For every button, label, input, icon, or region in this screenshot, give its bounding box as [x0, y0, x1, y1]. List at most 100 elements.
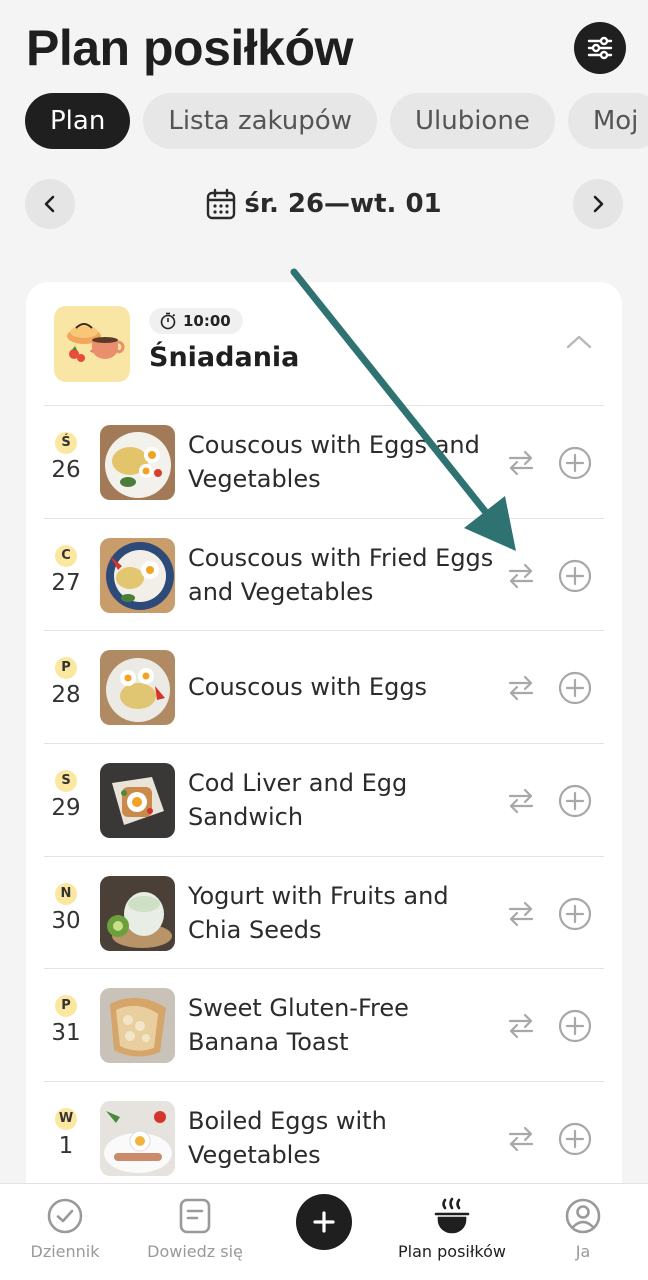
add-button[interactable] [558, 897, 592, 931]
swap-button[interactable] [506, 1124, 536, 1154]
chevron-up-icon [566, 335, 592, 349]
user-circle-icon [565, 1198, 601, 1234]
previous-week-button[interactable] [25, 179, 75, 229]
day-letter: W [55, 1108, 77, 1131]
cooking-pot-icon [434, 1197, 470, 1234]
bottom-navigation: Dziennik Dowiedz się Plan posiłków Ja [0, 1183, 648, 1280]
sliders-icon [587, 36, 613, 60]
chevron-right-icon [593, 195, 604, 213]
swap-icon [508, 563, 534, 588]
day-indicator: S 29 [44, 764, 88, 821]
plus-circle-icon [558, 897, 592, 930]
swap-icon [508, 450, 534, 476]
plus-circle-icon [558, 446, 592, 480]
swap-icon [508, 788, 534, 814]
food-name: Couscous with Eggs [188, 673, 428, 702]
nav-label: Plan posiłków [398, 1242, 506, 1261]
breakfast-illustration [54, 306, 130, 382]
add-fab-button[interactable] [296, 1194, 352, 1250]
add-button[interactable] [558, 1122, 592, 1156]
add-button[interactable] [558, 1009, 592, 1043]
filter-button[interactable] [574, 22, 626, 74]
swap-button[interactable] [506, 673, 536, 703]
list-item[interactable]: P 28 Couscous with Eggs [44, 630, 604, 743]
page-title: Plan posiłków [26, 20, 353, 76]
chevron-left-icon [44, 195, 55, 213]
swap-button[interactable] [506, 899, 536, 929]
day-indicator: Ś 26 [44, 426, 88, 483]
meal-name: Śniadania [149, 342, 300, 373]
meal-header[interactable]: 10:00 Śniadania [26, 282, 622, 406]
swap-icon [508, 1127, 534, 1152]
meal-list: Ś 26 Couscous with Eggs and Vegetables C… [44, 405, 604, 1194]
day-letter: N [55, 882, 77, 905]
food-photo [100, 1101, 175, 1177]
list-item[interactable]: N 30 Yogurt with Fruits and Chia Seeds [44, 855, 604, 969]
nav-label: Ja [575, 1242, 591, 1261]
add-button[interactable] [558, 446, 592, 480]
day-number: 27 [51, 569, 81, 596]
date-range-bar: śr. 26—wt. 01 [25, 179, 623, 229]
date-range-label: śr. 26—wt. 01 [244, 189, 442, 219]
tab-plan[interactable]: Plan [25, 93, 131, 149]
food-name: Yogurt with Fruits and Chia Seeds [188, 881, 449, 944]
day-letter: C [55, 544, 77, 567]
add-button[interactable] [558, 671, 592, 705]
add-button[interactable] [558, 784, 592, 818]
collapse-button[interactable] [564, 330, 594, 354]
note-icon [179, 1198, 211, 1234]
day-indicator: N 30 [44, 877, 88, 934]
stopwatch-icon [160, 312, 176, 330]
plus-circle-icon [558, 784, 592, 818]
day-letter: S [55, 770, 77, 793]
day-number: 30 [51, 907, 81, 934]
nav-learn[interactable]: Dowiedz się [130, 1194, 260, 1261]
plus-circle-icon [558, 1123, 592, 1156]
nav-meal-plan[interactable]: Plan posiłków [387, 1194, 517, 1261]
nav-profile[interactable]: Ja [518, 1194, 648, 1261]
day-letter: Ś [55, 432, 77, 454]
food-photo [100, 988, 175, 1064]
meal-time-badge: 10:00 [149, 308, 243, 334]
nav-label: Dowiedz się [147, 1242, 243, 1261]
food-photo [100, 425, 175, 500]
food-name: Sweet Gluten-Free Banana Toast [188, 994, 409, 1057]
swap-button[interactable] [506, 561, 536, 591]
plus-circle-icon [558, 1010, 592, 1043]
swap-button[interactable] [506, 786, 536, 816]
list-item[interactable]: C 27 Couscous with Fried Eggs and Vegeta… [44, 517, 604, 631]
tab-favorites[interactable]: Ulubione [389, 93, 555, 149]
day-number: 1 [58, 1133, 74, 1160]
nav-label: Dziennik [30, 1242, 100, 1261]
swap-icon [508, 1014, 534, 1039]
day-indicator: W 1 [44, 1102, 88, 1159]
tab-shopping-list[interactable]: Lista zakupów [143, 93, 377, 149]
next-week-button[interactable] [573, 179, 623, 229]
list-item[interactable]: S 29 Cod Liver and Egg Sandwich [44, 743, 604, 856]
food-photo [100, 650, 175, 726]
swap-button[interactable] [506, 1011, 536, 1041]
food-photo [100, 763, 175, 839]
plus-circle-icon [558, 559, 592, 592]
list-item[interactable]: Ś 26 Couscous with Eggs and Vegetables [44, 405, 604, 518]
tab-my[interactable]: Moj [567, 93, 648, 149]
calendar-icon [207, 188, 236, 220]
plus-circle-icon [558, 672, 592, 705]
swap-button[interactable] [506, 448, 536, 478]
list-item[interactable]: W 1 Boiled Eggs with Vegetables [44, 1081, 604, 1194]
list-item[interactable]: P 31 Sweet Gluten-Free Banana Toast [44, 968, 604, 1081]
food-name: Couscous with Fried Eggs and Vegetables [188, 543, 494, 606]
swap-icon [508, 901, 534, 926]
day-indicator: P 28 [44, 651, 88, 708]
day-number: 29 [51, 795, 81, 822]
tab-bar: Plan Lista zakupów Ulubione Moj [25, 93, 648, 149]
food-name: Cod Liver and Egg Sandwich [188, 769, 408, 832]
day-indicator: P 31 [44, 989, 88, 1046]
meal-time: 10:00 [183, 312, 231, 330]
day-letter: P [55, 657, 77, 680]
day-number: 26 [51, 457, 81, 483]
nav-diary[interactable]: Dziennik [0, 1194, 130, 1261]
add-button[interactable] [558, 559, 592, 593]
swap-icon [508, 676, 534, 701]
day-letter: P [55, 995, 77, 1018]
